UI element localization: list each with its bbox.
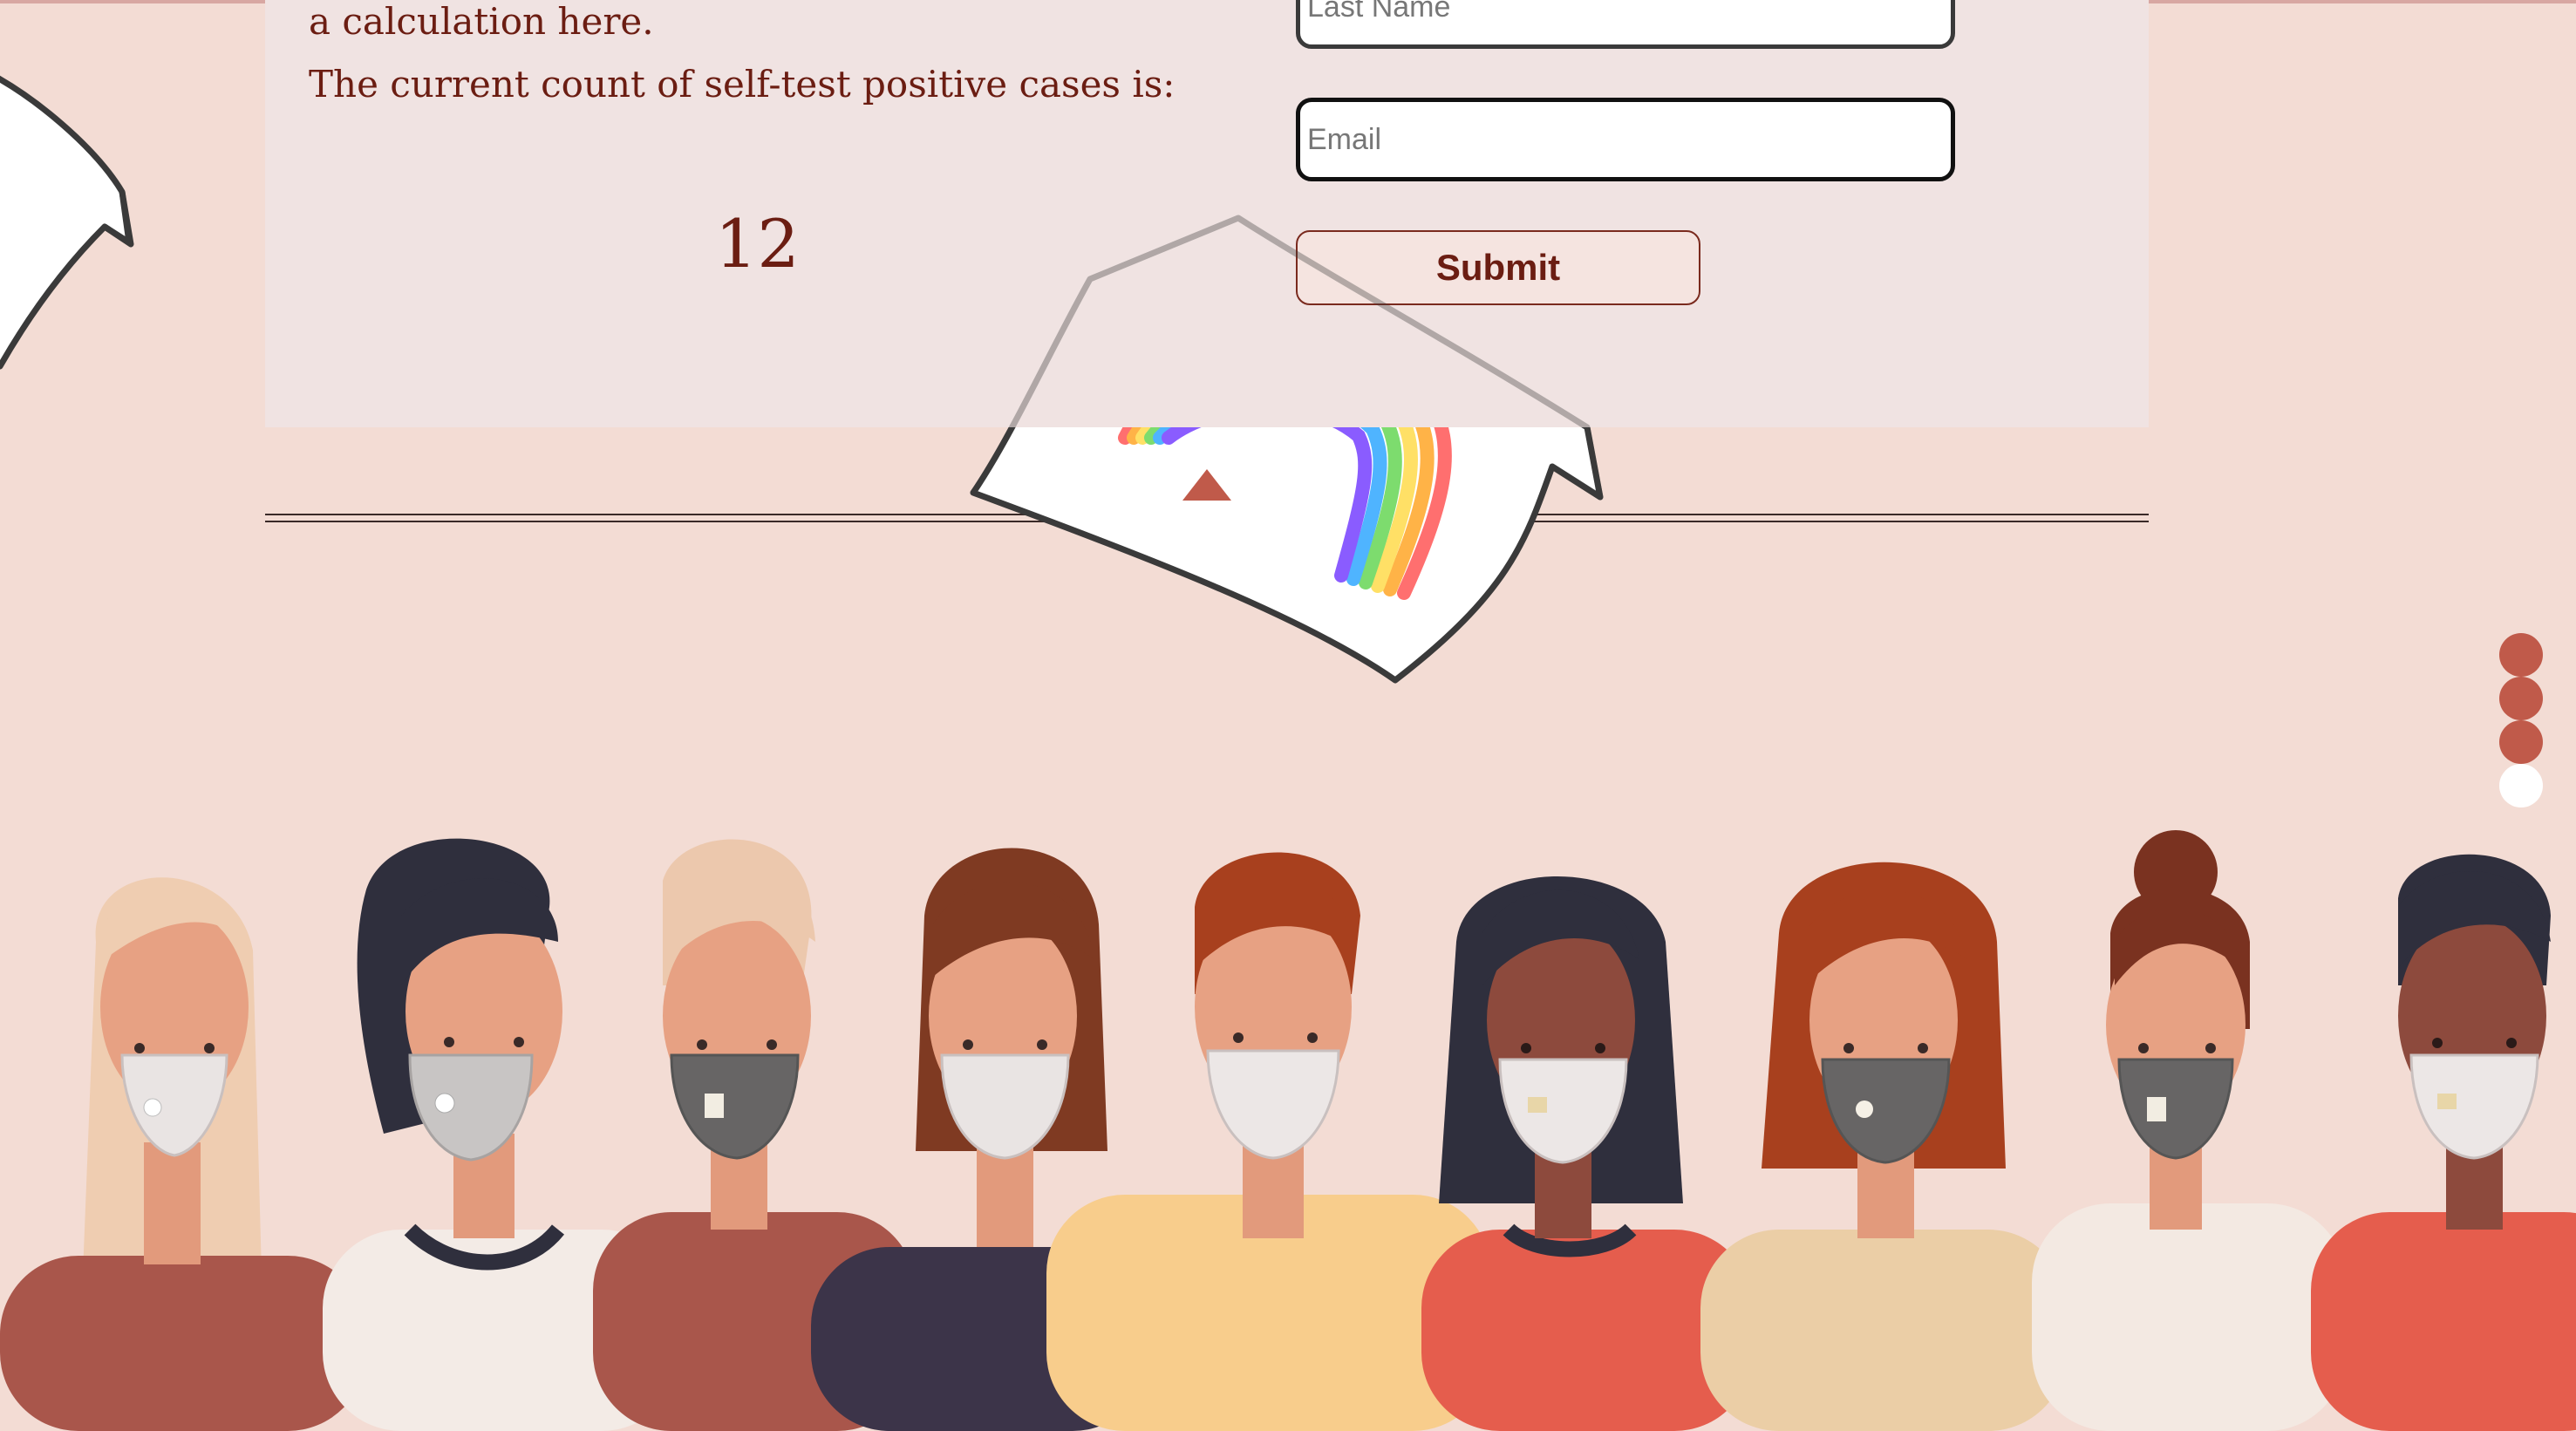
calculator-description: a calculation here. [309,0,654,43]
email-field[interactable] [1296,98,1955,181]
triangle-up-icon[interactable] [1182,469,1231,501]
person-1 [0,877,366,1431]
positive-count-value: 12 [715,205,800,283]
submit-button[interactable]: Submit [1296,230,1700,305]
person-9 [2311,854,2576,1431]
slide-dot-2[interactable] [2499,677,2543,720]
last-name-field[interactable] [1296,0,1955,49]
positive-count-label: The current count of self-test positive … [309,63,1176,106]
slide-dot-1[interactable] [2499,633,2543,677]
calculator-panel: a calculation here. The current count of… [265,0,2149,427]
slide-dot-3[interactable] [2499,720,2543,764]
paper-decoration-left-icon [0,75,134,370]
person-8 [2032,830,2346,1431]
person-7 [1700,862,2067,1431]
slide-dot-4[interactable] [2499,764,2543,807]
masked-people-illustration [0,830,2576,1431]
slide-nav-dots [2499,633,2543,807]
